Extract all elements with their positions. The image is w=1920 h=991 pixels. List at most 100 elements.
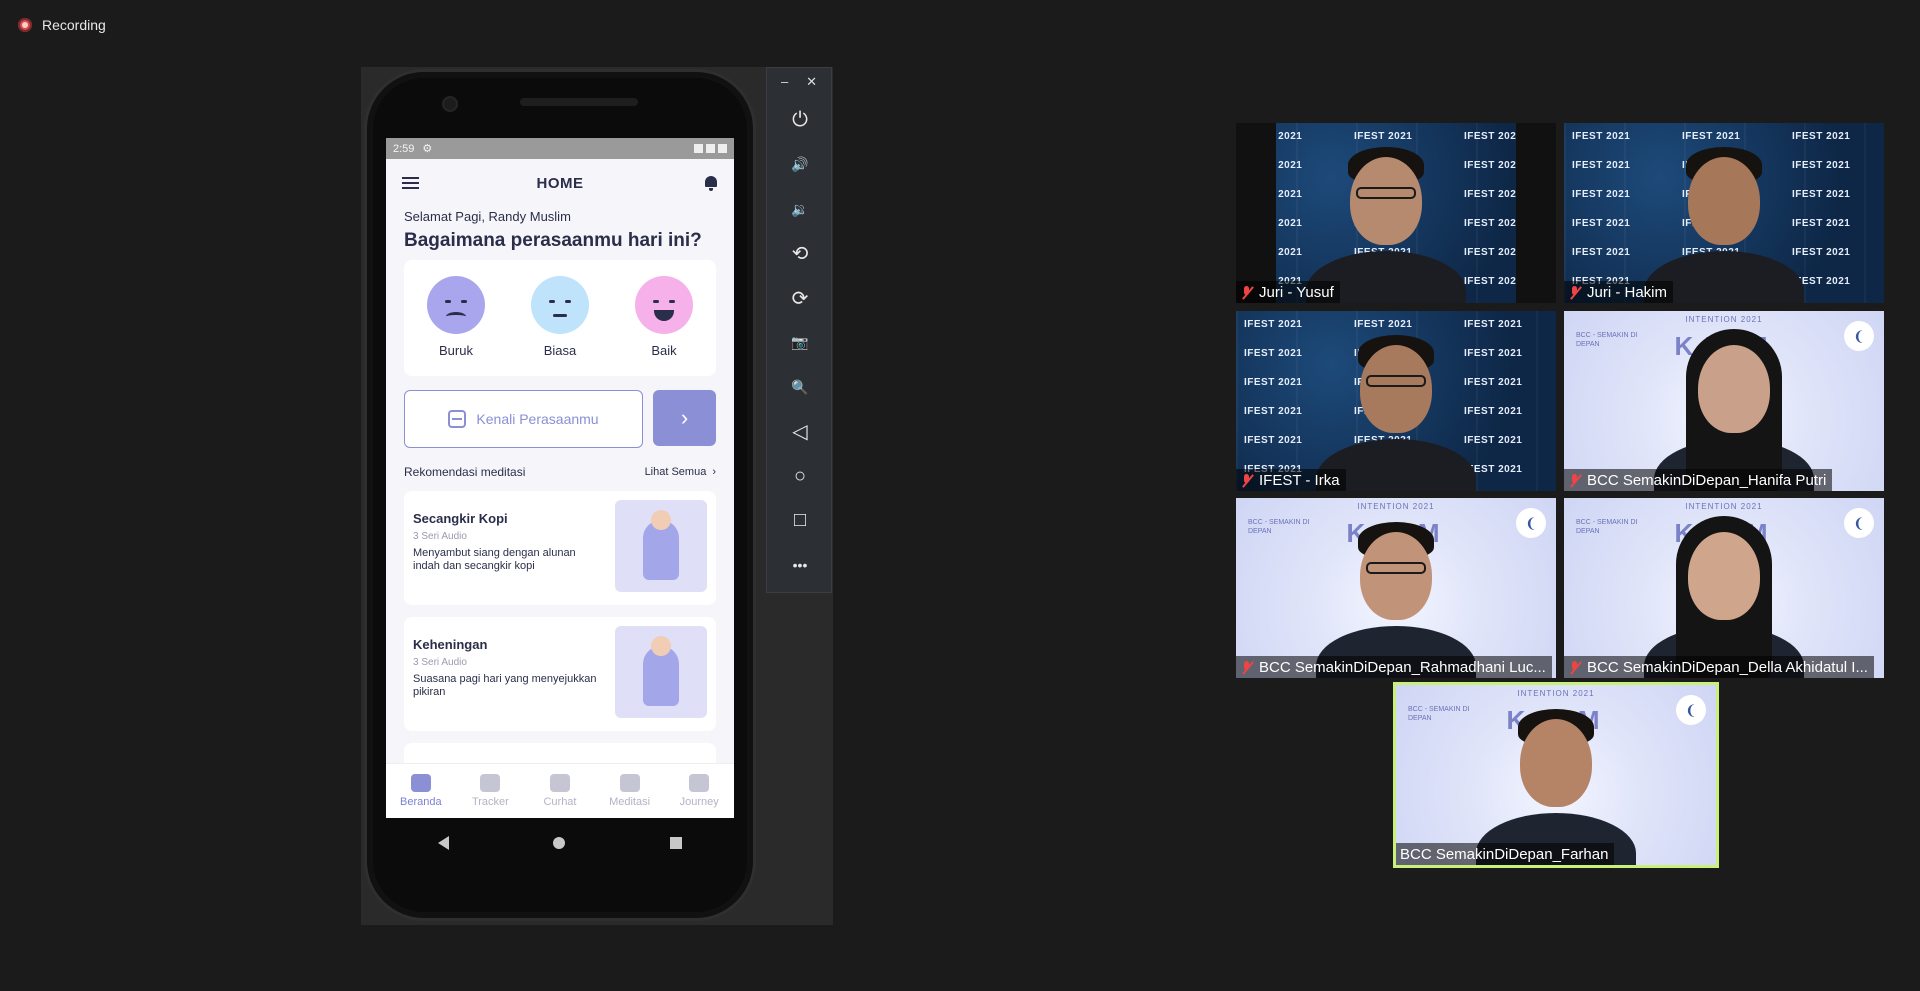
- sad-face-icon: [427, 276, 485, 334]
- next-button[interactable]: ›: [653, 390, 716, 446]
- nav-tracker[interactable]: Tracker: [456, 764, 526, 818]
- happy-face-icon: [635, 276, 693, 334]
- emulator-phone: 2:59 ⚙ HOME Selamat Pagi, Randy Muslim B…: [364, 69, 756, 921]
- participant-video-tile[interactable]: IFEST 2021IFEST 2021IFEST 2021IFEST 2021…: [1236, 123, 1556, 303]
- mood-actions: Kenali Perasaanmu ›: [404, 390, 716, 448]
- page-title: HOME: [536, 174, 584, 192]
- camera-icon[interactable]: 📷: [767, 321, 833, 366]
- volume-down-icon[interactable]: 🔉: [767, 187, 833, 232]
- nav-label: Beranda: [400, 796, 442, 808]
- kenali-label: Kenali Perasaanmu: [476, 411, 599, 427]
- status-time: 2:59: [393, 142, 415, 155]
- nav-journey[interactable]: Journey: [664, 764, 734, 818]
- card-illustration: [615, 626, 707, 718]
- participant-name: BCC SemakinDiDepan_Hanifa Putri: [1587, 471, 1827, 489]
- meditation-card[interactable]: Secangkir Kopi 3 Seri Audio Menyambut si…: [404, 491, 716, 605]
- muted-mic-icon: [1240, 473, 1253, 488]
- music-icon: [619, 774, 640, 792]
- home-icon: [410, 774, 431, 792]
- recording-indicator[interactable]: Recording: [18, 17, 106, 33]
- participant-video-tile[interactable]: INTENTION 2021KALMBCC - SEMAKIN DI DEPAN…: [1564, 498, 1884, 678]
- participant-name-tag: BCC SemakinDiDepan_Farhan: [1396, 843, 1615, 865]
- participant-name: IFEST - Irka: [1259, 471, 1340, 489]
- participant-video-tile[interactable]: IFEST 2021IFEST 2021IFEST 2021IFEST 2021…: [1564, 123, 1884, 303]
- home-icon[interactable]: ○: [767, 454, 833, 499]
- recommendation-title: Rekomendasi meditasi: [404, 465, 526, 479]
- meditation-card[interactable]: Keheningan 3 Seri Audio Suasana pagi har…: [404, 617, 716, 731]
- nav-label: Journey: [679, 796, 719, 808]
- mood-question: Bagaimana perasaanmu hari ini?: [404, 230, 702, 251]
- battery-icon: [718, 144, 727, 153]
- power-icon[interactable]: ⏻: [767, 98, 833, 143]
- neutral-face-icon: [531, 276, 589, 334]
- wifi-icon: [694, 144, 703, 153]
- participant-camera-feed: [1236, 123, 1556, 303]
- participant-video-tile[interactable]: INTENTION 2021KALMBCC - SEMAKIN DI DEPAN…: [1236, 498, 1556, 678]
- see-all-label: Lihat Semua: [644, 466, 707, 478]
- bell-icon[interactable]: [704, 175, 718, 191]
- app-bar: HOME: [386, 159, 734, 207]
- nav-label: Curhat: [543, 796, 577, 808]
- muted-mic-icon: [1240, 660, 1253, 675]
- minimize-button[interactable]: –: [781, 74, 788, 90]
- muted-mic-icon: [1568, 473, 1581, 488]
- muted-mic-icon: [1240, 285, 1253, 300]
- face-scan-icon: [448, 410, 467, 428]
- nav-label: Meditasi: [609, 796, 651, 808]
- participant-name-tag: BCC SemakinDiDepan_Rahmadhani Luc...: [1236, 656, 1552, 678]
- participant-name: BCC SemakinDiDepan_Rahmadhani Luc...: [1259, 658, 1546, 676]
- back-icon[interactable]: [438, 836, 450, 850]
- chat-icon: [549, 774, 570, 792]
- see-all-link[interactable]: Lihat Semua ›: [645, 466, 716, 478]
- more-icon[interactable]: •••: [767, 543, 833, 588]
- flag-icon: [689, 774, 710, 792]
- earpiece: [520, 98, 638, 106]
- app-screen: 2:59 ⚙ HOME Selamat Pagi, Randy Muslim B…: [386, 138, 734, 818]
- muted-mic-icon: [1568, 660, 1581, 675]
- recording-label: Recording: [42, 17, 106, 33]
- participant-video-tile[interactable]: INTENTION 2021KALMBCC - SEMAKIN DI DEPAN…: [1393, 682, 1719, 868]
- recording-icon: [18, 18, 32, 32]
- participant-camera-feed: [1564, 123, 1884, 303]
- participant-name-tag: IFEST - Irka: [1236, 469, 1346, 491]
- participant-name-tag: Juri - Yusuf: [1236, 281, 1340, 303]
- mood-bad[interactable]: Buruk: [421, 276, 491, 358]
- pie-chart-icon: [480, 774, 501, 792]
- participant-video-tile[interactable]: IFEST 2021IFEST 2021IFEST 2021IFEST 2021…: [1236, 311, 1556, 491]
- toolbar-buttons: ⏻ 🔊 🔉 ⟲ ⟳ 📷 🔍 ◁ ○ □ •••: [767, 98, 831, 588]
- mood-neutral[interactable]: Biasa: [525, 276, 595, 358]
- back-icon[interactable]: ◁: [767, 410, 833, 455]
- zoom-icon[interactable]: 🔍: [767, 365, 833, 410]
- participant-camera-feed: [1564, 311, 1884, 491]
- chevron-right-icon: ›: [712, 466, 716, 478]
- overview-icon[interactable]: [669, 837, 682, 849]
- nav-curhat[interactable]: Curhat: [525, 764, 595, 818]
- close-button[interactable]: ✕: [806, 74, 817, 90]
- participant-name-tag: BCC SemakinDiDepan_Della Akhidatul I...: [1564, 656, 1874, 678]
- mood-picker: Buruk Biasa Baik: [404, 260, 716, 376]
- greeting-text: Selamat Pagi, Randy Muslim: [404, 209, 571, 224]
- overview-icon[interactable]: □: [767, 499, 833, 544]
- participant-name: BCC SemakinDiDepan_Farhan: [1400, 845, 1609, 863]
- rotate-left-icon[interactable]: ⟲: [767, 232, 833, 277]
- rotate-right-icon[interactable]: ⟳: [767, 276, 833, 321]
- kenali-perasaan-button[interactable]: Kenali Perasaanmu: [404, 390, 643, 448]
- mood-good[interactable]: Baik: [629, 276, 699, 358]
- participant-camera-feed: [1564, 498, 1884, 678]
- front-camera: [442, 96, 458, 112]
- nav-meditasi[interactable]: Meditasi: [595, 764, 665, 818]
- card-illustration: [615, 500, 707, 592]
- settings-icon: ⚙: [422, 143, 433, 155]
- volume-up-icon[interactable]: 🔊: [767, 143, 833, 188]
- toolbar-window-controls: – ✕: [767, 68, 831, 90]
- home-icon[interactable]: [553, 837, 566, 849]
- bottom-navigation: Beranda Tracker Curhat Meditasi Journey: [386, 763, 734, 818]
- signal-icon: [706, 144, 715, 153]
- emulator-toolbar: – ✕ ⏻ 🔊 🔉 ⟲ ⟳ 📷 🔍 ◁ ○ □ •••: [766, 67, 832, 593]
- participant-video-tile[interactable]: INTENTION 2021KALMBCC - SEMAKIN DI DEPAN…: [1564, 311, 1884, 491]
- participant-camera-feed: [1236, 498, 1556, 678]
- participant-camera-feed: [1236, 311, 1556, 491]
- muted-mic-icon: [1568, 285, 1581, 300]
- nav-beranda[interactable]: Beranda: [386, 764, 456, 818]
- mood-label: Baik: [651, 343, 677, 358]
